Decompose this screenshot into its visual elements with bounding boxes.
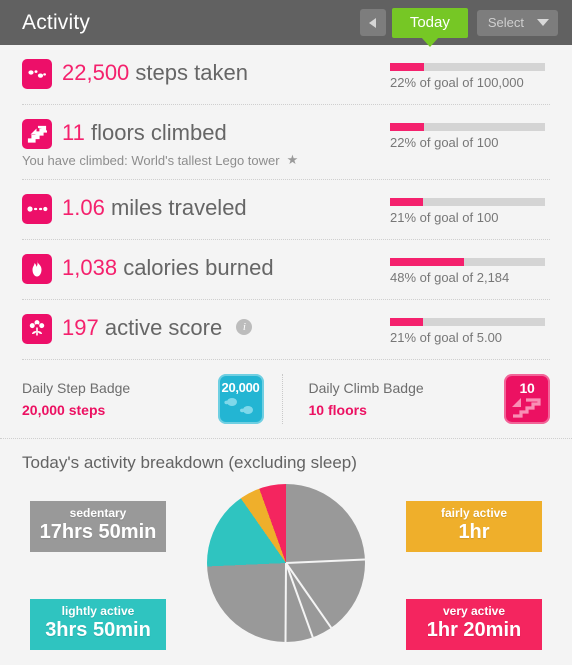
stat-left: 1.06 miles traveled	[22, 192, 390, 224]
star-icon: ★	[286, 152, 299, 167]
stat-title: 1,038 calories burned	[62, 252, 274, 284]
badge-icon-text: 10	[519, 380, 535, 396]
chevron-down-icon	[537, 18, 549, 26]
chip-label: very active	[442, 604, 506, 618]
step-badge-icon: 20,000	[217, 374, 264, 424]
chip-value: 1hr 20min	[426, 619, 522, 642]
today-button[interactable]: Today	[391, 7, 468, 47]
climb-badge-icon: 10	[504, 374, 550, 424]
stat-value: 11	[62, 120, 85, 145]
stat-title: 22,500 steps taken	[62, 57, 248, 89]
goal-text: 48% of goal of 2,184	[390, 270, 510, 285]
badge-name: Daily Step Badge	[22, 380, 131, 396]
stat-subtitle: You have climbed: World's tallest Lego t…	[22, 152, 390, 168]
chip-label: sedentary	[69, 506, 127, 520]
activity-breakdown-section: Today's activity breakdown (excluding sl…	[0, 439, 572, 653]
stat-subtitle-text: You have climbed: World's tallest Lego t…	[22, 152, 280, 168]
stat-value: 197	[62, 315, 99, 340]
flame-icon	[22, 254, 52, 284]
select-dropdown-label: Select	[487, 14, 524, 30]
badge-value: 20,000 steps	[22, 402, 106, 418]
goal-text: 21% of goal of 5.00	[390, 330, 503, 345]
chip-fairly-active: fairly active 1hr	[406, 501, 542, 553]
breakdown-body: sedentary 17hrs 50min lightly active 3hr…	[22, 479, 550, 655]
stat-row-calories[interactable]: 1,038 calories burned 48% of goal of 2,1…	[22, 240, 550, 300]
stats-list: 22,500 steps taken 22% of goal of 100,00…	[0, 45, 572, 360]
pie-slice-divider	[285, 558, 365, 564]
badge-text: Daily Climb Badge 10 floors	[309, 380, 424, 418]
goal-text: 22% of goal of 100,000	[390, 75, 524, 90]
progress-track	[390, 123, 545, 131]
progress-fill	[390, 63, 425, 71]
stat-label: steps taken	[135, 60, 248, 85]
stat-value: 1,038	[62, 255, 118, 280]
stat-title: 197 active score i	[62, 312, 253, 344]
stat-left: 11 floors climbed You have climbed: Worl…	[22, 117, 390, 168]
stat-progress: 22% of goal of 100	[390, 117, 550, 150]
stat-row-active-score[interactable]: 197 active score i 21% of goal of 5.00	[22, 300, 550, 360]
progress-track	[390, 198, 545, 206]
distance-icon	[22, 194, 52, 224]
today-button-label: Today	[409, 13, 450, 31]
stat-left: 197 active score i	[22, 312, 390, 344]
header-controls: Today Select	[359, 7, 558, 47]
badge-name: Daily Climb Badge	[308, 380, 424, 396]
chip-label: lightly active	[61, 604, 135, 618]
stat-progress: 48% of goal of 2,184	[390, 252, 550, 285]
stat-row-miles[interactable]: 1.06 miles traveled 21% of goal of 100	[22, 180, 550, 240]
progress-fill	[390, 123, 425, 131]
progress-fill	[390, 258, 465, 266]
stat-label: active score	[104, 315, 223, 340]
badge-daily-step[interactable]: Daily Step Badge 20,000 steps 20,000	[22, 374, 282, 424]
stat-left: 1,038 calories burned	[22, 252, 390, 284]
previous-day-button[interactable]	[359, 9, 386, 36]
stat-progress: 21% of goal of 5.00	[390, 312, 550, 345]
activity-pie-chart	[207, 484, 365, 643]
progress-track	[390, 318, 545, 326]
stat-progress: 21% of goal of 100	[390, 192, 550, 225]
stat-label: floors climbed	[90, 120, 227, 145]
caret-left-icon	[369, 17, 377, 28]
chip-label: fairly active	[440, 506, 508, 520]
badge-text: Daily Step Badge 20,000 steps	[22, 380, 130, 418]
breakdown-title: Today's activity breakdown (excluding sl…	[22, 453, 357, 472]
goal-text: 22% of goal of 100	[390, 135, 499, 150]
badge-icon-text: 20,000	[221, 380, 260, 395]
stat-value: 22,500	[62, 60, 130, 85]
chip-value: 3hrs 50min	[45, 619, 151, 642]
stat-title: 11 floors climbed	[62, 117, 227, 149]
progress-track	[390, 258, 545, 266]
stat-title: 1.06 miles traveled	[62, 192, 247, 224]
chip-value: 1hr	[458, 521, 490, 544]
stairs-icon	[22, 119, 52, 149]
stat-left: 22,500 steps taken	[22, 57, 390, 89]
stat-value: 1.06	[62, 195, 105, 220]
pie-slice-divider	[285, 562, 314, 638]
progress-fill	[390, 318, 423, 326]
chip-very-active: very active 1hr 20min	[406, 599, 542, 651]
activity-page: Activity Today Select 22,500 steps taken…	[0, 0, 572, 665]
goal-text: 21% of goal of 100	[390, 210, 499, 225]
info-icon[interactable]: i	[236, 319, 253, 336]
stat-row-floors[interactable]: 11 floors climbed You have climbed: Worl…	[22, 105, 550, 180]
chip-lightly-active: lightly active 3hrs 50min	[30, 599, 166, 651]
progress-track	[390, 63, 545, 71]
pie-slice-divider	[284, 562, 287, 643]
flower-icon	[22, 314, 52, 344]
select-dropdown[interactable]: Select	[476, 9, 558, 36]
badge-value: 10 floors	[308, 402, 367, 418]
chip-sedentary: sedentary 17hrs 50min	[30, 501, 166, 553]
badges-section: Daily Step Badge 20,000 steps 20,000 Dai…	[0, 360, 572, 439]
footsteps-icon	[22, 59, 52, 89]
page-header: Activity Today Select	[0, 0, 572, 47]
stat-label: calories burned	[123, 255, 274, 280]
page-title: Activity	[22, 10, 91, 34]
stat-row-steps[interactable]: 22,500 steps taken 22% of goal of 100,00…	[22, 45, 550, 105]
pie-slice-divider	[285, 562, 333, 629]
chip-value: 17hrs 50min	[39, 521, 157, 544]
stat-label: miles traveled	[110, 195, 247, 220]
badge-daily-climb[interactable]: Daily Climb Badge 10 floors 10	[281, 374, 550, 424]
progress-fill	[390, 198, 423, 206]
stat-progress: 22% of goal of 100,000	[390, 57, 550, 90]
